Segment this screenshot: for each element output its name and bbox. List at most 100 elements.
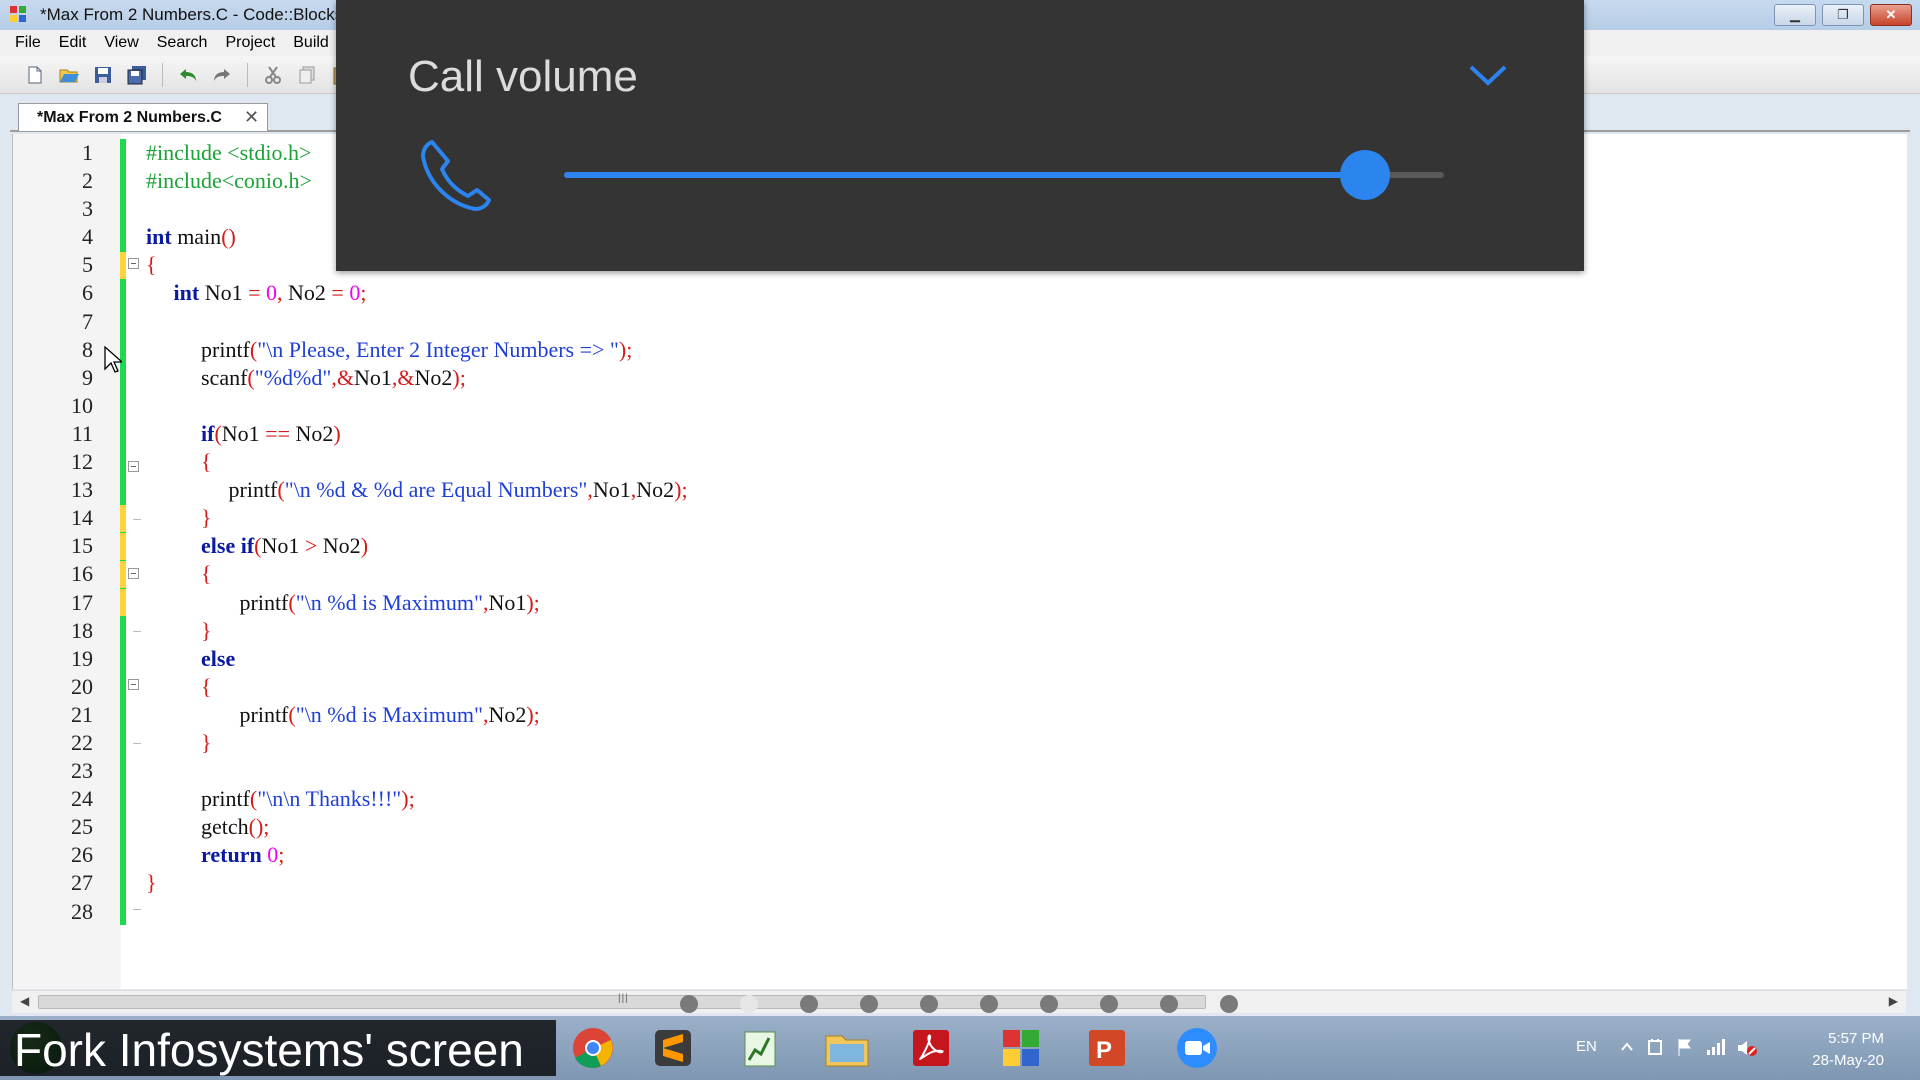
fold-end-marker [133,909,141,910]
zoom-icon[interactable] [1162,1022,1232,1074]
system-clock[interactable]: 5:57 PM 28-May-20 [1812,1028,1884,1072]
acrobat-icon[interactable] [896,1022,966,1074]
line-number: 18 [71,617,93,643]
line-number: 21 [71,701,93,727]
chrome-icon[interactable] [558,1022,628,1074]
code-token: ( [247,364,255,390]
fold-toggle[interactable] [128,679,139,690]
code-line[interactable]: } [146,729,688,757]
device-icon[interactable] [1646,1038,1664,1056]
codeblocks-app-icon [10,6,26,22]
code-line[interactable]: int No1 = 0, No2 = 0; [146,279,688,307]
code-token: 0 [266,280,277,306]
chevron-down-icon[interactable] [1468,62,1508,88]
code-line[interactable]: printf("\n %d is Maximum",No2); [146,701,688,729]
notepad-icon[interactable] [726,1022,796,1074]
copy-icon[interactable] [294,62,320,88]
new-file-icon[interactable] [22,62,48,88]
code-line[interactable]: } [146,617,688,645]
code-line[interactable]: else [146,645,688,673]
code-line[interactable] [146,898,688,926]
code-line[interactable]: getch(); [146,813,688,841]
menu-view[interactable]: View [95,34,147,52]
code-line[interactable]: } [146,504,688,532]
code-token: 0 [267,842,279,868]
code-token: #include <stdio.h> [146,140,312,165]
menu-file[interactable]: File [6,34,50,52]
fold-toggle[interactable] [128,461,139,472]
scrollbar-grip-icon: ||| [618,993,629,1004]
network-icon[interactable] [1706,1038,1726,1056]
line-number: 1 [82,140,93,165]
menu-build[interactable]: Build [284,34,338,52]
language-indicator[interactable]: EN [1576,1038,1597,1055]
show-hidden-icons-icon[interactable] [1620,1038,1634,1056]
minimize-button[interactable]: ▁ [1774,4,1816,26]
open-icon[interactable] [56,62,82,88]
code-line[interactable]: else if(No1 > No2) [146,532,688,560]
call-volume-slider-thumb[interactable] [1339,150,1390,200]
code-line[interactable]: } [146,869,688,897]
editor-tab[interactable]: *Max From 2 Numbers.C ✕ [18,103,268,131]
fold-end-marker [133,519,141,520]
volume-muted-icon[interactable] [1736,1038,1758,1058]
powerpoint-icon[interactable]: P [1072,1022,1142,1074]
menu-edit[interactable]: Edit [50,34,96,52]
menu-project[interactable]: Project [216,34,284,52]
code-line[interactable] [146,392,688,420]
modified-line-marker [120,561,126,588]
horizontal-scrollbar[interactable]: ◀ ||| ▶ [12,990,1906,1013]
svg-text:P: P [1096,1037,1112,1064]
code-token: ( [277,477,285,503]
fold-toggle[interactable] [128,568,139,579]
clock-date: 28-May-20 [1812,1052,1884,1069]
tab-close-icon[interactable]: ✕ [244,107,259,128]
codeblocks-icon[interactable] [986,1022,1056,1074]
code-token: "%d%d" [254,364,332,390]
fold-toggle[interactable] [128,258,139,269]
code-line[interactable]: printf("\n\n Thanks!!!"); [146,785,688,813]
undo-icon[interactable] [175,62,201,88]
scroll-right-arrow-icon[interactable]: ▶ [1889,994,1898,1008]
close-button[interactable]: ✕ [1870,4,1912,26]
file-explorer-icon[interactable] [812,1022,882,1074]
code-token: No1 [488,589,527,615]
code-line[interactable]: { [146,673,688,701]
maximize-button[interactable]: ❐ [1822,4,1864,26]
code-token: } [201,617,212,643]
line-number: 16 [71,561,93,587]
cut-icon[interactable] [260,62,286,88]
modified-line-marker [120,505,126,532]
code-line[interactable]: { [146,560,688,588]
screen-share-watermark: Fork Infosystems' screen [0,1020,556,1076]
system-tray: EN 5:57 PM 28-May-20 [1550,1016,1920,1080]
line-number: 24 [71,786,93,812]
code-token: printf [146,589,289,615]
code-line[interactable]: { [146,448,688,476]
code-token: > [304,533,318,559]
code-line[interactable]: return 0; [146,841,688,869]
save-icon[interactable] [90,62,116,88]
fold-end-marker [133,631,141,632]
scroll-left-arrow-icon[interactable]: ◀ [20,994,29,1008]
code-line[interactable]: printf("\n %d & %d are Equal Numbers",No… [146,476,688,504]
code-line[interactable] [146,308,688,336]
action-center-flag-icon[interactable] [1676,1038,1694,1056]
code-line[interactable]: scanf("%d%d",&No1,&No2); [146,364,688,392]
call-volume-slider[interactable] [564,150,1444,200]
code-token: { [201,449,212,475]
menu-search[interactable]: Search [148,34,217,52]
toolbar-separator [247,62,248,87]
sublime-text-icon[interactable] [638,1022,708,1074]
code-line[interactable]: if(No1 == No2) [146,420,688,448]
code-line[interactable] [146,757,688,785]
line-number: 17 [71,589,93,615]
redo-icon[interactable] [209,62,235,88]
code-line[interactable]: printf("\n %d is Maximum",No1); [146,589,688,617]
save-all-icon[interactable] [124,62,150,88]
code-line[interactable]: printf("\n Please, Enter 2 Integer Numbe… [146,336,688,364]
